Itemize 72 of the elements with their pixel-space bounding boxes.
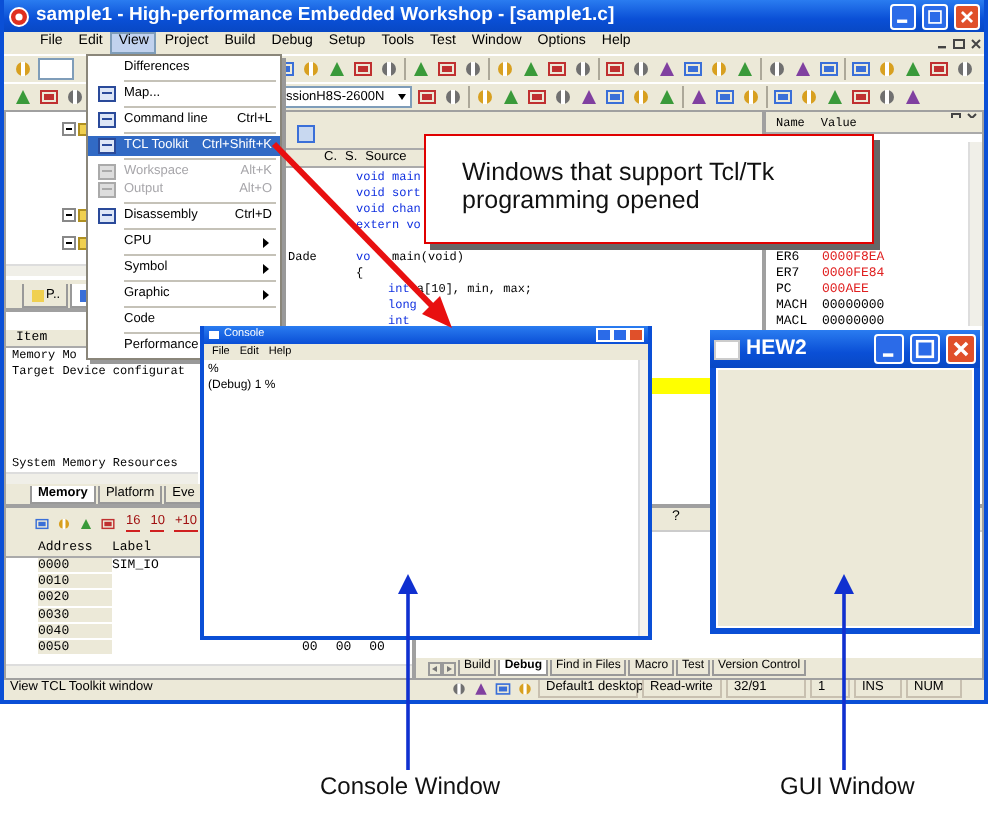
tool-icon[interactable] [462, 58, 484, 80]
tool-icon[interactable] [818, 58, 840, 80]
tool-icon[interactable] [442, 86, 464, 108]
scroll-arrows-icon[interactable] [428, 661, 456, 675]
minimize-button[interactable] [890, 3, 916, 29]
search-field[interactable] [38, 58, 74, 80]
window-icon [714, 339, 740, 359]
collapse-icon[interactable] [62, 207, 76, 221]
scrollbar[interactable] [6, 664, 412, 678]
collapse-icon[interactable] [62, 235, 76, 249]
tool-icon[interactable] [656, 58, 678, 80]
tool-icon[interactable] [734, 58, 756, 80]
annotation-label: GUI Window [780, 772, 915, 801]
window-controls-icon[interactable] [936, 35, 984, 51]
tool-icon[interactable] [740, 86, 762, 108]
tool-icon[interactable] [494, 58, 516, 80]
tool-icon[interactable] [526, 86, 548, 108]
tool-icon[interactable] [798, 86, 820, 108]
tool-icon[interactable] [326, 58, 348, 80]
tool-icon[interactable] [546, 58, 568, 80]
tool-icon[interactable] [714, 86, 736, 108]
tool-icon[interactable] [772, 86, 794, 108]
tool-icon[interactable] [38, 86, 60, 108]
tool-icon[interactable] [378, 58, 400, 80]
close-button[interactable] [954, 3, 980, 29]
tool-icon[interactable] [928, 58, 950, 80]
scrollbar[interactable] [6, 472, 198, 484]
tool-icon[interactable] [682, 58, 704, 80]
tool-icon[interactable] [416, 86, 438, 108]
window-title: HEW2 [746, 336, 809, 362]
app-icon [8, 5, 30, 27]
tool-icon[interactable] [296, 124, 316, 144]
tool-icon[interactable] [300, 58, 322, 80]
tool-icon[interactable] [876, 58, 898, 80]
window-icon [208, 330, 220, 340]
tool-icon[interactable] [604, 58, 626, 80]
tool-icon[interactable] [474, 86, 496, 108]
tool-icon[interactable] [630, 58, 652, 80]
tool-icon[interactable] [56, 515, 72, 531]
tool-icon[interactable] [876, 86, 898, 108]
maximize-button[interactable] [910, 334, 940, 364]
close-button[interactable] [946, 334, 976, 364]
scrollbar[interactable] [968, 142, 982, 326]
tab-icon [30, 287, 46, 303]
collapse-icon[interactable] [62, 121, 76, 135]
tool-icon[interactable] [64, 86, 86, 108]
tool-icon[interactable] [850, 58, 872, 80]
callout-text: Windows that support Tcl/Tk programming opened [462, 158, 777, 214]
tool-icon[interactable] [352, 58, 374, 80]
window-buttons-icon[interactable] [596, 328, 644, 342]
tool-icon[interactable] [552, 86, 574, 108]
maximize-button[interactable] [922, 3, 948, 29]
tool-icon[interactable] [630, 86, 652, 108]
tool-icon[interactable] [520, 58, 542, 80]
tool-icon[interactable] [604, 86, 626, 108]
tool-icon[interactable] [410, 58, 432, 80]
window-title: sample1 - High-performance Embedded Workshop - [sample1.c] [36, 4, 617, 28]
tool-icon[interactable] [572, 58, 594, 80]
scrollbar[interactable] [638, 360, 648, 636]
minimize-button[interactable] [874, 334, 904, 364]
tool-icon[interactable] [12, 58, 34, 80]
tool-icon[interactable] [766, 58, 788, 80]
tool-icon[interactable] [516, 679, 534, 697]
annotation-label: Console Window [320, 772, 501, 801]
tool-icon[interactable] [792, 58, 814, 80]
tool-icon[interactable] [850, 86, 872, 108]
tool-icon[interactable] [450, 679, 468, 697]
tool-icon[interactable] [708, 58, 730, 80]
tool-icon[interactable] [436, 58, 458, 80]
tool-icon[interactable] [34, 515, 50, 531]
tool-icon[interactable] [902, 58, 924, 80]
tool-icon[interactable] [954, 58, 976, 80]
